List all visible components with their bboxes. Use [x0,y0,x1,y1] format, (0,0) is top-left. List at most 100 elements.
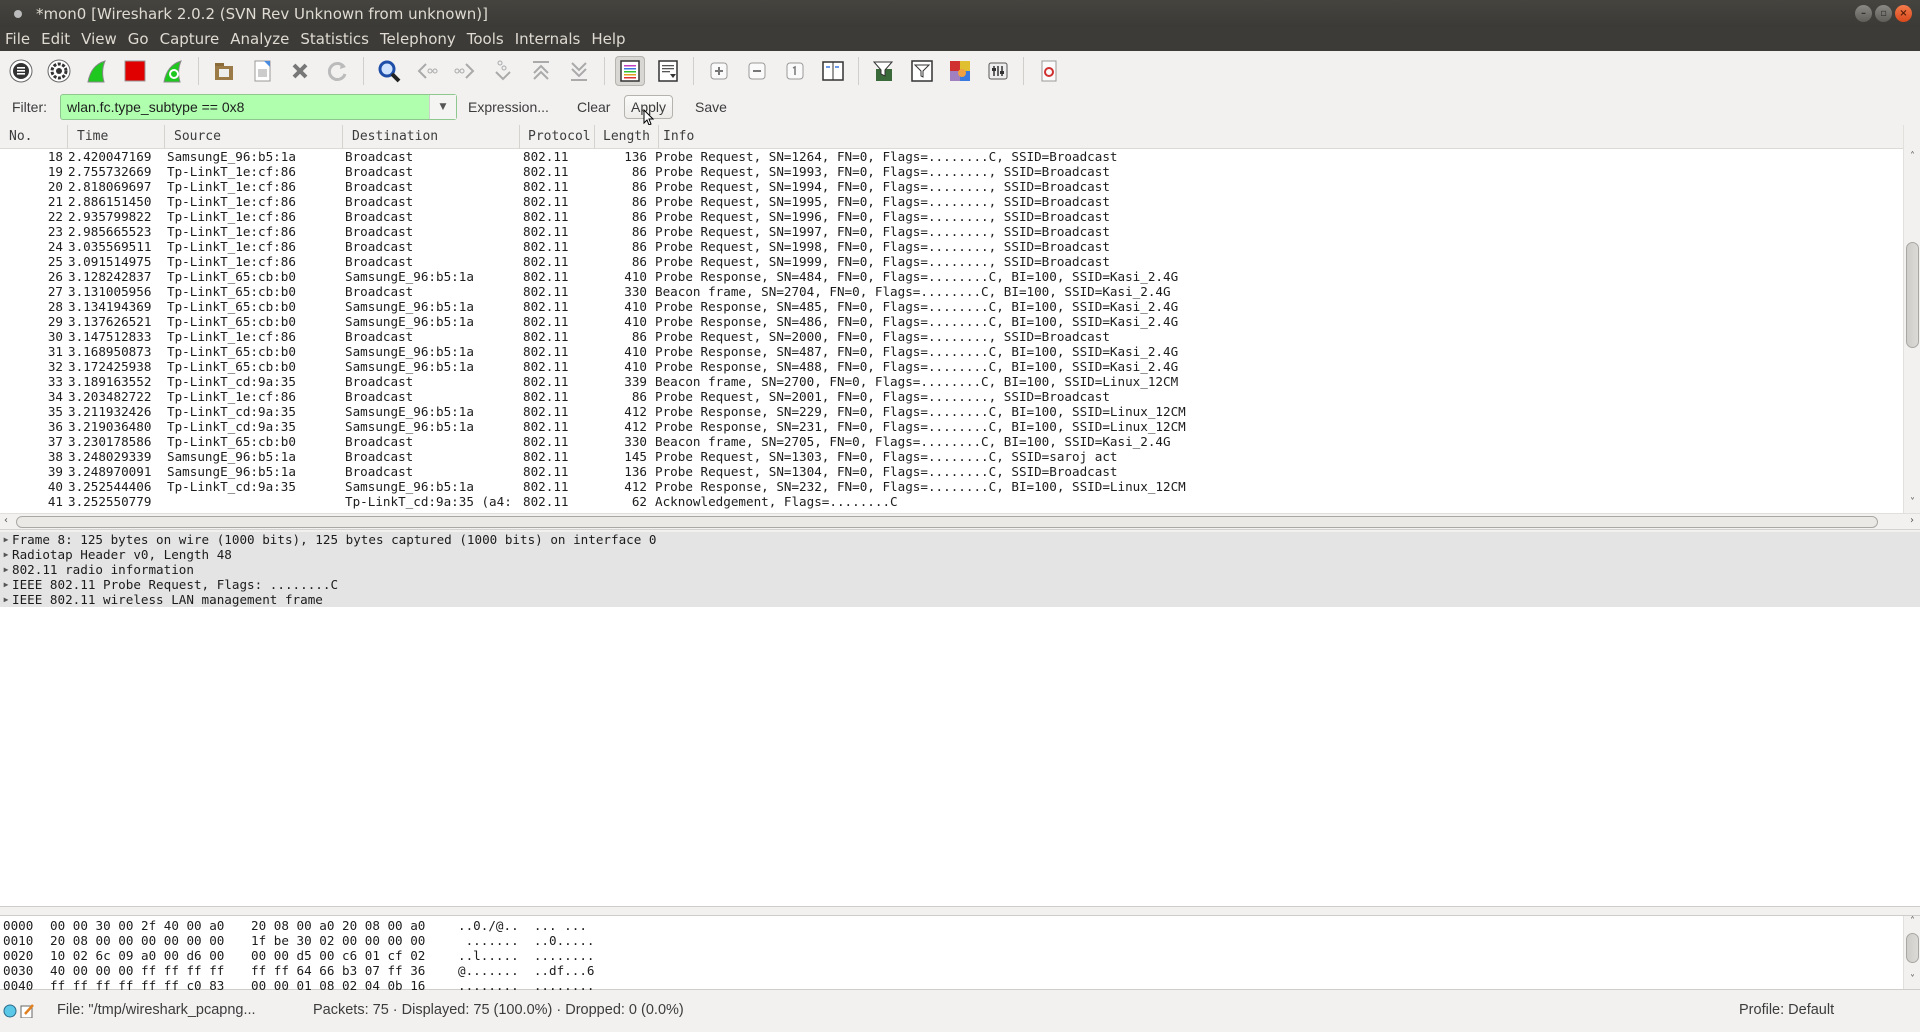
expert-info-icon[interactable] [3,1004,17,1018]
coloring-rules-button[interactable] [945,56,975,86]
find-packet-button[interactable] [374,56,404,86]
bytes-vertical-scrollbar[interactable]: ˄ ˅ [1903,916,1920,989]
packet-row[interactable]: 35 3.211932426 Tp-LinkT_cd:9a:35 SamsungE_9… [0,404,1903,419]
stop-capture-button[interactable] [120,56,150,86]
capture-options-button[interactable] [44,56,74,86]
scroll-up-icon[interactable]: ˄ [1904,151,1920,162]
hex-row[interactable]: 0030 40 00 00 00 ff ff ff ff ff ff 64 66 b… [0,963,1920,978]
packet-row[interactable]: 39 3.248970091 SamsungE_96:b5:1a Broadcast 8… [0,464,1903,479]
packet-row[interactable]: 18 2.420047169 SamsungE_96:b5:1a Broadcast 8… [0,149,1903,164]
scrollbar-thumb[interactable] [1906,933,1919,963]
pane-splitter[interactable] [0,907,1920,915]
go-last-button[interactable] [564,56,594,86]
expand-arrow-icon[interactable]: ▶ [0,592,12,607]
display-filters-button[interactable] [907,56,937,86]
packet-row[interactable]: 34 3.203482722 Tp-LinkT_1e:cf:86 Broadcast 8… [0,389,1903,404]
packet-row[interactable]: 41 3.252550779 Tp-LinkT_cd:9a:35 (a4: 802.1… [0,494,1903,509]
scroll-up-icon[interactable]: ˄ [1904,916,1920,927]
packet-row[interactable]: 29 3.137626521 Tp-LinkT_65:cb:b0 SamsungE_9… [0,314,1903,329]
detail-tree-item[interactable]: ▶ Radiotap Header v0, Length 48 [0,547,1920,562]
window-menu-icon[interactable] [14,9,22,18]
detail-tree-item[interactable]: ▶ Frame 8: 125 bytes on wire (1000 bits),… [0,532,1920,547]
detail-tree-item[interactable]: ▶ IEEE 802.11 Probe Request, Flags: .....… [0,577,1920,592]
scroll-down-icon[interactable]: ˅ [1904,974,1920,985]
hex-row[interactable]: 0010 20 08 00 00 00 00 00 00 1f be 30 02 0… [0,933,1920,948]
expand-arrow-icon[interactable]: ▶ [0,532,12,547]
minimize-button[interactable]: – [1855,5,1872,22]
menu-telephony[interactable]: Telephony [379,30,457,48]
column-header-protocol[interactable]: Protocol [520,125,595,149]
clear-button[interactable]: Clear [571,95,616,119]
go-first-button[interactable] [526,56,556,86]
packet-row[interactable]: 36 3.219036480 Tp-LinkT_cd:9a:35 SamsungE_9… [0,419,1903,434]
expand-arrow-icon[interactable]: ▶ [0,562,12,577]
menu-internals[interactable]: Internals [514,30,582,48]
detail-tree-item[interactable]: ▶ IEEE 802.11 wireless LAN management fra… [0,592,1920,607]
packet-row[interactable]: 30 3.147512833 Tp-LinkT_1e:cf:86 Broadcast 8… [0,329,1903,344]
column-header-no[interactable]: No. [0,125,68,149]
packet-row[interactable]: 22 2.935799822 Tp-LinkT_1e:cf:86 Broadcast 8… [0,209,1903,224]
open-file-button[interactable] [209,56,239,86]
display-filter-text[interactable]: wlan.fc.type_subtype == 0x8 [61,99,429,115]
help-button[interactable] [1034,56,1064,86]
packet-list-vertical-scrollbar[interactable]: ˄ ˅ [1903,125,1920,513]
expression-button[interactable]: Expression... [462,95,555,119]
autoscroll-button[interactable] [653,56,683,86]
zoom-in-button[interactable] [704,56,734,86]
menu-file[interactable]: File [4,30,31,48]
packet-list[interactable]: 18 2.420047169 SamsungE_96:b5:1a Broadcast 8… [0,149,1903,513]
packet-row[interactable]: 37 3.230178586 Tp-LinkT_65:cb:b0 Broadcast 8… [0,434,1903,449]
menu-go[interactable]: Go [127,30,150,48]
expand-arrow-icon[interactable]: ▶ [0,547,12,562]
normal-size-button[interactable] [780,56,810,86]
save-filter-button[interactable]: Save [689,95,733,119]
preferences-button[interactable] [983,56,1013,86]
hex-row[interactable]: 0000 00 00 30 00 2f 40 00 a0 20 08 00 a0 2… [0,918,1920,933]
packet-row[interactable]: 21 2.886151450 Tp-LinkT_1e:cf:86 Broadcast 8… [0,194,1903,209]
packet-row[interactable]: 31 3.168950873 Tp-LinkT_65:cb:b0 SamsungE_9… [0,344,1903,359]
interfaces-button[interactable] [6,56,36,86]
menu-edit[interactable]: Edit [40,30,71,48]
packet-row[interactable]: 23 2.985665523 Tp-LinkT_1e:cf:86 Broadcast 8… [0,224,1903,239]
resize-columns-button[interactable] [818,56,848,86]
packet-row[interactable]: 27 3.131005956 Tp-LinkT_65:cb:b0 Broadcast 8… [0,284,1903,299]
status-profile[interactable]: Profile: Default [1739,1002,1834,1018]
menu-analyze[interactable]: Analyze [229,30,290,48]
column-header-info[interactable]: Info [659,125,1903,149]
go-forward-button[interactable] [450,56,480,86]
close-file-button[interactable] [285,56,315,86]
display-filter-input[interactable]: wlan.fc.type_subtype == 0x8 ▼ [60,94,457,120]
packet-row[interactable]: 32 3.172425938 Tp-LinkT_65:cb:b0 SamsungE_9… [0,359,1903,374]
packet-row[interactable]: 24 3.035569511 Tp-LinkT_1e:cf:86 Broadcast 8… [0,239,1903,254]
go-back-button[interactable] [412,56,442,86]
capture-filters-button[interactable] [869,56,899,86]
expand-arrow-icon[interactable]: ▶ [0,577,12,592]
detail-tree-item[interactable]: ▶ 802.11 radio information [0,562,1920,577]
scrollbar-thumb[interactable] [1906,242,1919,348]
save-file-button[interactable] [247,56,277,86]
scroll-right-icon[interactable]: › [1910,515,1914,526]
packet-row[interactable]: 28 3.134194369 Tp-LinkT_65:cb:b0 SamsungE_9… [0,299,1903,314]
column-header-source[interactable]: Source [165,125,343,149]
packet-row[interactable]: 40 3.252544406 Tp-LinkT_cd:9a:35 SamsungE_9… [0,479,1903,494]
start-capture-button[interactable] [82,56,112,86]
packet-row[interactable]: 33 3.189163552 Tp-LinkT_cd:9a:35 Broadcast 8… [0,374,1903,389]
menu-help[interactable]: Help [590,30,626,48]
scroll-down-icon[interactable]: ˅ [1904,497,1920,508]
hex-row[interactable]: 0020 10 02 6c 09 a0 00 d6 00 00 00 d5 00 c… [0,948,1920,963]
menu-statistics[interactable]: Statistics [299,30,370,48]
menu-view[interactable]: View [80,30,118,48]
go-to-packet-button[interactable] [488,56,518,86]
packet-row[interactable]: 25 3.091514975 Tp-LinkT_1e:cf:86 Broadcast 8… [0,254,1903,269]
filter-history-dropdown[interactable]: ▼ [429,95,456,119]
column-header-length[interactable]: Length [595,125,659,149]
scroll-left-icon[interactable]: ‹ [4,515,8,526]
column-header-time[interactable]: Time [68,125,165,149]
packet-row[interactable]: 38 3.248029339 SamsungE_96:b5:1a Broadcast 8… [0,449,1903,464]
colorize-button[interactable] [615,56,645,86]
packet-row[interactable]: 26 3.128242837 Tp-LinkT_65:cb:b0 SamsungE_9… [0,269,1903,284]
maximize-button[interactable]: ▫ [1875,5,1892,22]
packet-list-horizontal-scrollbar[interactable]: ‹ › [0,513,1920,530]
reload-button[interactable] [323,56,353,86]
capture-comment-icon[interactable] [20,1004,34,1018]
